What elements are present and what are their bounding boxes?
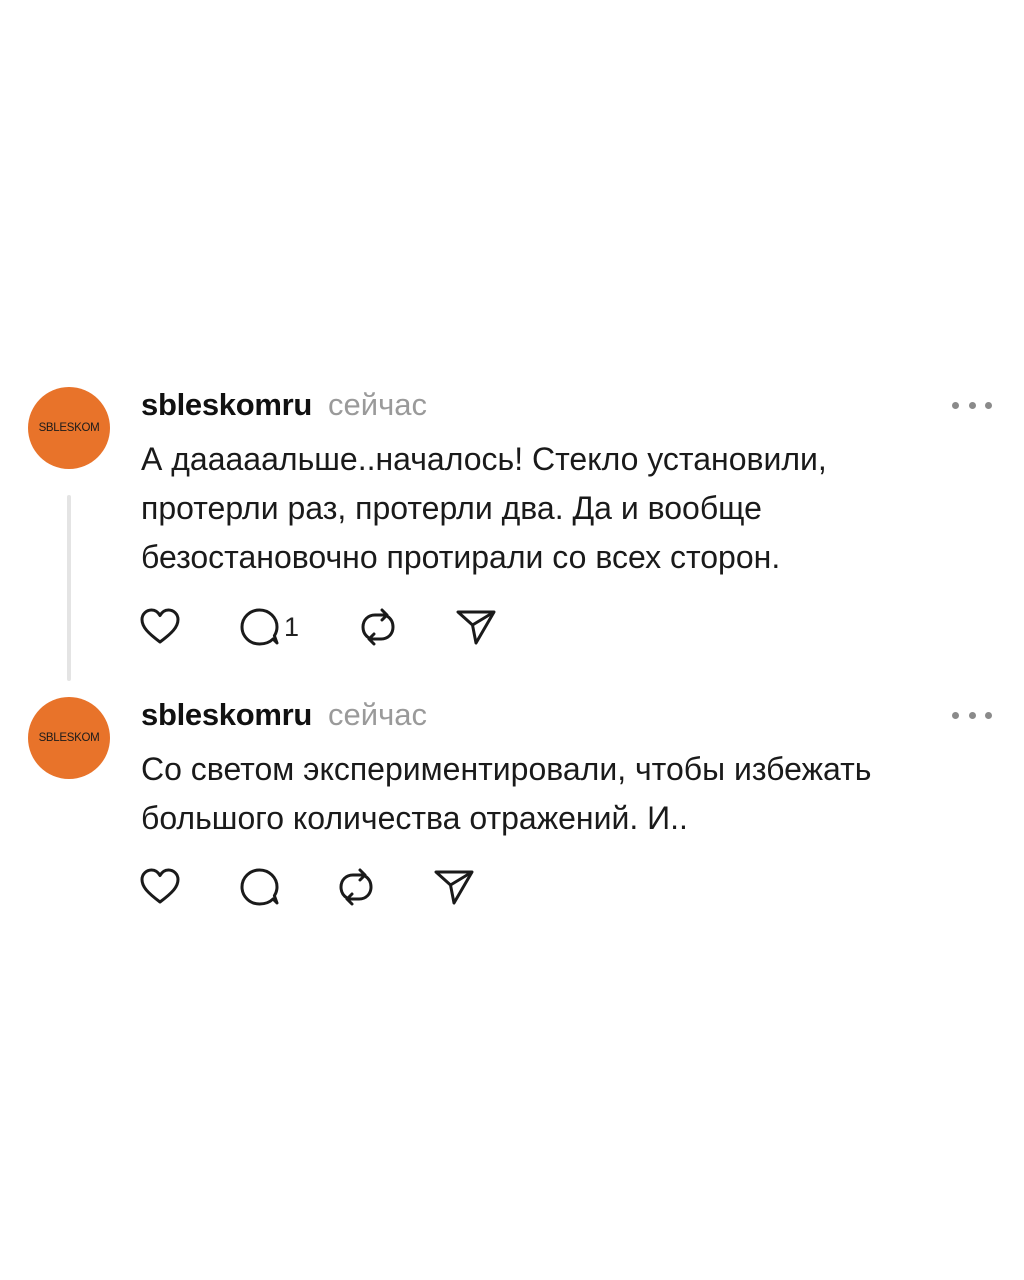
heart-icon: [140, 608, 180, 644]
dot-icon: [952, 711, 959, 719]
dot-icon: [985, 711, 992, 719]
repost-button[interactable]: [356, 605, 400, 649]
comment-button[interactable]: 1: [238, 605, 299, 649]
dot-icon: [968, 711, 976, 719]
username-link[interactable]: sbleskomru: [141, 697, 312, 733]
username-link[interactable]: sbleskomru: [141, 387, 312, 423]
like-button[interactable]: [138, 605, 182, 649]
comment-icon: [240, 608, 279, 646]
dot-icon: [952, 401, 959, 409]
heart-icon: [140, 868, 180, 904]
post-header: sbleskomru сейчас: [141, 387, 427, 427]
avatar-logo-text: SBLESKOM: [38, 732, 100, 744]
more-options-button[interactable]: [952, 399, 992, 411]
post-header: sbleskomru сейчас: [141, 697, 427, 737]
avatar-logo-text: SBLESKOM: [38, 422, 100, 434]
reply-count: 1: [284, 611, 300, 642]
share-button[interactable]: [454, 605, 498, 649]
repost-button[interactable]: [334, 865, 378, 909]
share-button[interactable]: [432, 865, 476, 909]
comment-icon: [240, 868, 279, 906]
post-text: Со светом экспериментировали, чтобы избе…: [141, 751, 872, 836]
timestamp: сейчас: [328, 387, 427, 422]
dot-icon: [985, 401, 992, 409]
avatar[interactable]: SBLESKOM: [28, 387, 110, 469]
post-text: А даааааль­ше..началось! Стекло установи…: [141, 441, 827, 575]
dot-icon: [968, 401, 976, 409]
share-icon: [434, 870, 474, 905]
timestamp: сейчас: [328, 697, 427, 732]
repost-icon: [361, 608, 395, 646]
like-button[interactable]: [138, 865, 182, 909]
share-icon: [456, 610, 496, 645]
thread-connector-line: [67, 495, 71, 681]
avatar[interactable]: SBLESKOM: [28, 697, 110, 779]
comment-button[interactable]: [238, 865, 282, 909]
more-options-button[interactable]: [952, 709, 992, 721]
repost-icon: [339, 868, 373, 906]
